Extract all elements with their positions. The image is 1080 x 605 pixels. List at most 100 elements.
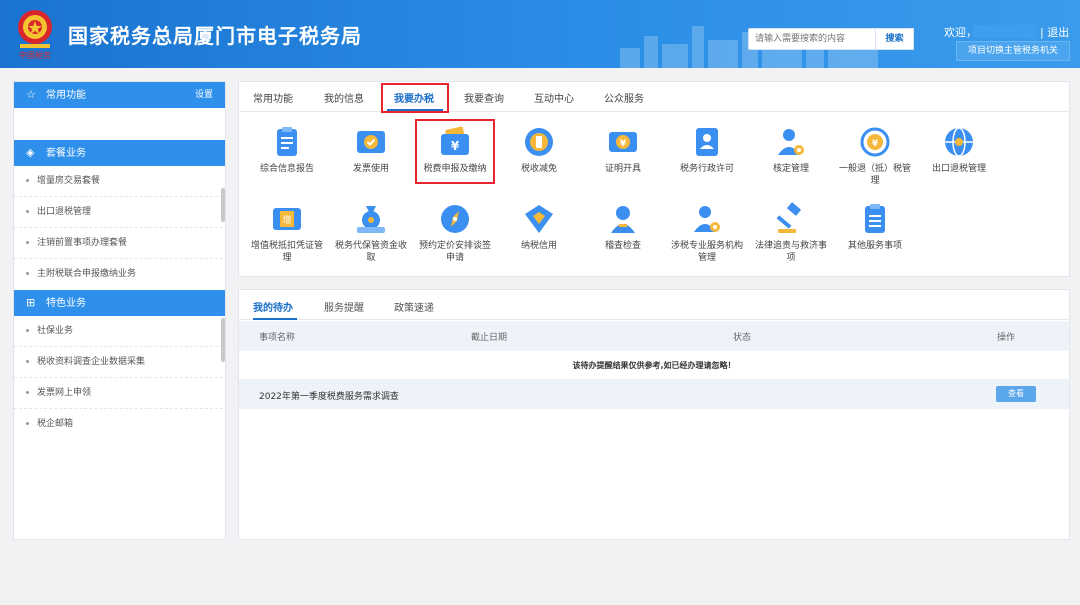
tax-emblem-logo: 中国税务	[18, 10, 52, 60]
sidebar-item-label: 税企邮箱	[37, 419, 74, 429]
func-highlight-box	[415, 119, 495, 184]
sidebar-item-label: 税收资料调查企业数据采集	[37, 357, 146, 367]
func-invoice-use[interactable]: 发票使用	[331, 125, 411, 175]
id-badge-icon	[696, 128, 718, 156]
sidebar-package-scrollbar[interactable]	[221, 188, 225, 222]
func-inspection[interactable]: 稽查检查	[583, 202, 663, 252]
sidebar: ☆ 常用功能 设置 ◈ 套餐业务 增量房交易套餐 出口退税管理 注销前置事项办理套餐…	[13, 81, 226, 540]
sidebar-common-header[interactable]: ☆ 常用功能 设置	[14, 82, 225, 108]
func-admin-license[interactable]: 税务行政许可	[667, 125, 747, 175]
func-other-services[interactable]: 其他服务事项	[835, 202, 915, 252]
tab-query[interactable]: 我要查询	[464, 90, 504, 105]
sidebar-item-export-rebate[interactable]: 出口退税管理	[14, 197, 223, 228]
func-label: 增值税抵扣凭证管理	[250, 241, 323, 263]
tab-my-todo[interactable]: 我的待办	[253, 299, 293, 314]
bullet-icon	[26, 272, 29, 275]
svg-text:¥: ¥	[872, 139, 879, 149]
func-tax-credit[interactable]: 纳税信用	[499, 202, 579, 252]
coin-icon	[525, 128, 553, 156]
view-button[interactable]: 查看	[996, 386, 1036, 402]
col-action: 操作	[997, 333, 1016, 343]
bullet-icon	[26, 179, 29, 182]
func-label: 预约定价安排谈签申请	[418, 241, 491, 263]
top-header: 中国税务 国家税务总局厦门市电子税务局 搜索 欢迎， | 退出 项目切换主管税务…	[0, 0, 1080, 68]
func-tax-agency-mgmt[interactable]: 涉税专业服务机构管理	[667, 202, 747, 264]
function-panel: 常用功能 我的信息 我要办税 我要查询 互动中心 公众服务 综合信息报告 发票使…	[238, 81, 1070, 277]
sidebar-special-header[interactable]: ⊞ 特色业务	[14, 290, 225, 316]
sidebar-item-social-security[interactable]: 社保业务	[14, 316, 223, 347]
sidebar-item-deregistration[interactable]: 注销前置事项办理套餐	[14, 228, 223, 259]
grid-icon: ⊞	[26, 296, 36, 309]
sidebar-item-invoice-apply[interactable]: 发票网上申领	[14, 378, 223, 409]
sidebar-package-header[interactable]: ◈ 套餐业务	[14, 140, 225, 166]
sidebar-item-label: 增量房交易套餐	[37, 176, 101, 186]
tab-interaction[interactable]: 互动中心	[534, 90, 574, 105]
bullet-icon	[26, 241, 29, 244]
star-icon: ☆	[26, 88, 36, 101]
func-label: 法律追责与救济事项	[754, 241, 827, 263]
bullet-icon	[26, 360, 29, 363]
gavel-icon	[776, 202, 801, 233]
diamond-shield-icon	[525, 205, 553, 233]
func-label: 税务行政许可	[679, 164, 734, 174]
func-certificate[interactable]: ¥ 证明开具	[583, 125, 663, 175]
sidebar-item-incremental-housing[interactable]: 增量房交易套餐	[14, 166, 223, 197]
func-label: 税务代保管资金收取	[334, 241, 407, 263]
sidebar-special-list: 社保业务 税收资料调查企业数据采集 发票网上申领 税企邮箱	[14, 316, 225, 440]
tab-common[interactable]: 常用功能	[253, 90, 293, 105]
sidebar-special-scrollbar[interactable]	[221, 318, 225, 362]
yuan-ticket-icon: ¥	[609, 132, 637, 152]
money-bag-icon	[357, 206, 385, 233]
sidebar-special-title: 特色业务	[46, 298, 86, 309]
todo-table-header: 事项名称 截止日期 状态 操作	[239, 321, 1069, 351]
sidebar-item-data-survey[interactable]: 税收资料调查企业数据采集	[14, 347, 223, 378]
table-row: 2022年第一季度税费服务需求调查 查看	[239, 379, 1069, 409]
switch-tax-authority-button[interactable]: 项目切换主管税务机关	[956, 41, 1070, 61]
tab-service-reminder[interactable]: 服务提醒	[324, 299, 364, 314]
compass-icon	[441, 205, 469, 233]
sidebar-item-joint-filing[interactable]: 主附税联合申报缴纳业务	[14, 259, 223, 290]
tab-public-service[interactable]: 公众服务	[604, 90, 644, 105]
tab-highlight-box	[381, 83, 449, 113]
func-tax-refund[interactable]: ¥ 一般退（抵）税管理	[835, 125, 915, 187]
func-tax-reduction[interactable]: 税收减免	[499, 125, 579, 175]
todo-panel: 我的待办 服务提醒 政策速递 事项名称 截止日期 状态 操作 该待办提醒结果仅供…	[238, 289, 1070, 540]
search-button[interactable]: 搜索	[876, 28, 914, 50]
func-label: 涉税专业服务机构管理	[670, 241, 743, 263]
func-legal-remedy[interactable]: 法律追责与救济事项	[751, 202, 831, 264]
settings-link[interactable]: 设置	[195, 82, 213, 108]
bullet-icon	[26, 329, 29, 332]
func-label: 出口退税管理	[931, 164, 986, 174]
func-custody-funds[interactable]: 税务代保管资金收取	[331, 202, 411, 264]
func-label: 发票使用	[352, 164, 389, 174]
layers-icon: ◈	[26, 146, 35, 159]
func-vat-deduction[interactable]: 增 增值税抵扣凭证管理	[247, 202, 327, 264]
todo-notice: 该待办提醒结果仅供参考,如已经办理请忽略！	[572, 361, 736, 370]
ticket-icon	[357, 131, 385, 153]
yuan-refresh-icon: ¥	[860, 127, 890, 157]
col-status: 状态	[733, 333, 752, 343]
func-label: 纳税信用	[520, 241, 557, 251]
search-input[interactable]	[748, 28, 876, 50]
sidebar-common-empty	[14, 108, 225, 140]
func-assessment[interactable]: 核定管理	[751, 125, 831, 175]
func-label: 稽查检查	[604, 241, 641, 251]
main-tabs: 常用功能 我的信息 我要办税 我要查询 互动中心 公众服务	[239, 82, 1069, 113]
func-export-rebate[interactable]: 出口退税管理	[919, 125, 999, 175]
todo-item-name: 2022年第一季度税费服务需求调查	[259, 392, 399, 402]
sidebar-item-label: 主附税联合申报缴纳业务	[37, 269, 137, 279]
todo-tabs: 我的待办 服务提醒 政策速递	[239, 290, 1069, 320]
logout-link[interactable]: | 退出	[1040, 24, 1069, 40]
tab-my-info[interactable]: 我的信息	[324, 90, 364, 105]
func-info-report[interactable]: 综合信息报告	[247, 125, 327, 175]
site-title: 国家税务总局厦门市电子税务局	[68, 24, 362, 48]
bullet-icon	[26, 422, 29, 425]
sidebar-item-tax-mailbox[interactable]: 税企邮箱	[14, 409, 223, 440]
func-label: 核定管理	[772, 164, 809, 174]
svg-text:¥: ¥	[620, 139, 627, 149]
active-todo-tab-underline	[253, 318, 297, 320]
vat-ticket-icon: 增	[273, 208, 301, 230]
tab-policy-express[interactable]: 政策速递	[394, 299, 434, 314]
sidebar-common-title: 常用功能	[46, 90, 86, 101]
func-apa-application[interactable]: 预约定价安排谈签申请	[415, 202, 495, 264]
